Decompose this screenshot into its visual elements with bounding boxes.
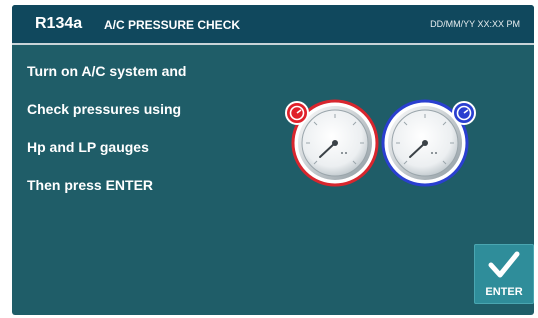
enter-button-label: ENTER — [485, 286, 523, 298]
refrigerant-code: R134a — [35, 15, 83, 32]
check-icon — [488, 251, 520, 278]
title-bar: R134a A/C PRESSURE CHECK DD/MM/YY XX:XX … — [12, 5, 534, 45]
datetime-display: DD/MM/YY XX:XX PM — [430, 19, 520, 29]
instruction-line-4: Then press ENTER — [27, 177, 154, 193]
ac-pressure-screen: R134a A/C PRESSURE CHECK DD/MM/YY XX:XX … — [12, 5, 534, 315]
enter-button[interactable]: ENTER — [474, 244, 534, 304]
screen-title: A/C PRESSURE CHECK — [104, 18, 241, 32]
instruction-line-1: Turn on A/C system and — [27, 63, 187, 79]
lp-badge-icon — [452, 101, 476, 125]
hp-badge-icon — [285, 101, 309, 125]
manifold-gauges-illustration — [285, 99, 476, 187]
instruction-line-3: Hp and LP gauges — [27, 139, 149, 155]
instruction-line-2: Check pressures using — [27, 101, 182, 117]
